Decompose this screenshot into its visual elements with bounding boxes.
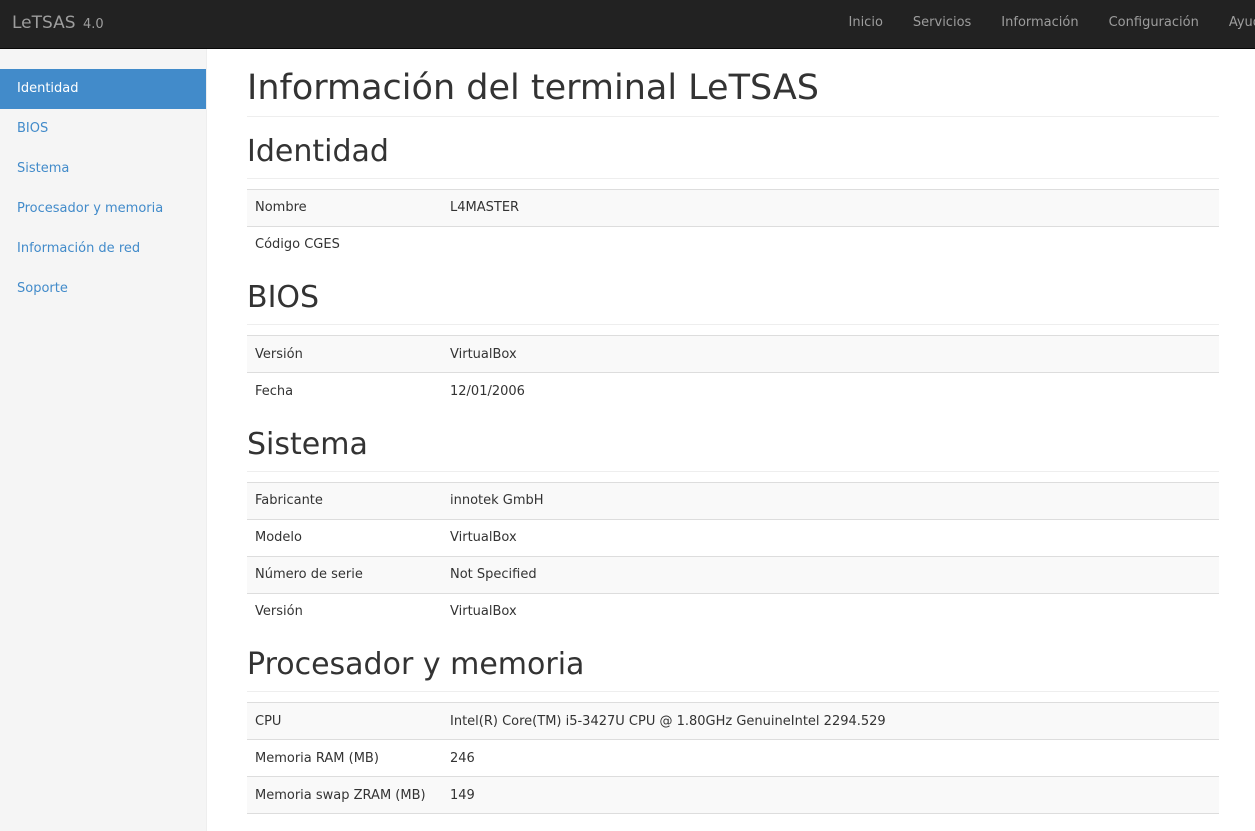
- table-row: Nombre L4MASTER: [247, 188, 1219, 226]
- row-key: Versión: [247, 335, 442, 373]
- row-value: VirtualBox: [442, 592, 1219, 630]
- row-key: Número de serie: [247, 555, 442, 593]
- sidebar-item-informacion-red[interactable]: Información de red: [0, 229, 206, 269]
- row-value: innotek GmbH: [442, 481, 1219, 519]
- row-value: Intel(R) Core(TM) i5-3427U CPU @ 1.80GHz…: [442, 702, 1219, 740]
- sidebar-item-procesador-memoria[interactable]: Procesador y memoria: [0, 189, 206, 229]
- sidebar-nav: Identidad BIOS Sistema Procesador y memo…: [0, 69, 206, 309]
- table-row: CPU Intel(R) Core(TM) i5-3427U CPU @ 1.8…: [247, 702, 1219, 740]
- row-value: VirtualBox: [442, 335, 1219, 373]
- row-key: Fabricante: [247, 481, 442, 519]
- row-value: 149: [442, 776, 1219, 814]
- row-value: [442, 225, 1219, 263]
- table-row: Fecha 12/01/2006: [247, 372, 1219, 410]
- brand-version: 4.0: [82, 17, 104, 32]
- sistema-table: Fabricante innotek GmbH Modelo VirtualBo…: [247, 481, 1219, 630]
- table-row: Memoria swap ZRAM (MB) 149: [247, 776, 1219, 814]
- table-row: Fabricante innotek GmbH: [247, 481, 1219, 519]
- row-value: L4MASTER: [442, 188, 1219, 226]
- table-row: Versión VirtualBox: [247, 592, 1219, 630]
- row-key: Modelo: [247, 518, 442, 556]
- brand-name: LeTSAS: [12, 13, 76, 33]
- nav-link-informacion[interactable]: Información: [986, 0, 1093, 48]
- row-key: Nombre: [247, 188, 442, 226]
- nav-link-ayuda[interactable]: Ayuda: [1214, 0, 1255, 48]
- row-key: Versión: [247, 592, 442, 630]
- brand-logo[interactable]: LeTSAS 4.0: [12, 13, 104, 33]
- table-row: Número de serie Not Specified: [247, 555, 1219, 593]
- row-value: Not Specified: [442, 555, 1219, 593]
- top-navbar: LeTSAS 4.0 Inicio Servicios Información …: [0, 0, 1255, 49]
- section-title-identidad: Identidad: [247, 135, 1219, 179]
- section-title-bios: BIOS: [247, 281, 1219, 325]
- bios-table: Versión VirtualBox Fecha 12/01/2006: [247, 335, 1219, 410]
- row-key: Memoria swap ZRAM (MB): [247, 776, 442, 814]
- row-key: Memoria RAM (MB): [247, 739, 442, 777]
- sidebar: Identidad BIOS Sistema Procesador y memo…: [0, 49, 207, 831]
- row-value: 246: [442, 739, 1219, 777]
- nav-links: Inicio Servicios Información Configuraci…: [834, 0, 1255, 48]
- table-row: Memoria RAM (MB) 246: [247, 739, 1219, 777]
- identidad-table: Nombre L4MASTER Código CGES: [247, 188, 1219, 263]
- sidebar-item-soporte[interactable]: Soporte: [0, 269, 206, 309]
- row-key: Código CGES: [247, 225, 442, 263]
- page-title: Información del terminal LeTSAS: [247, 69, 1219, 117]
- row-value: VirtualBox: [442, 518, 1219, 556]
- row-key: Fecha: [247, 372, 442, 410]
- nav-link-inicio[interactable]: Inicio: [834, 0, 898, 48]
- sidebar-item-bios[interactable]: BIOS: [0, 109, 206, 149]
- nav-link-configuracion[interactable]: Configuración: [1094, 0, 1214, 48]
- main-content: Información del terminal LeTSAS Identida…: [247, 49, 1219, 814]
- table-row: Código CGES: [247, 225, 1219, 263]
- procesador-memoria-table: CPU Intel(R) Core(TM) i5-3427U CPU @ 1.8…: [247, 702, 1219, 814]
- row-value: 12/01/2006: [442, 372, 1219, 410]
- sidebar-item-identidad[interactable]: Identidad: [0, 69, 206, 109]
- sidebar-item-sistema[interactable]: Sistema: [0, 149, 206, 189]
- table-row: Modelo VirtualBox: [247, 518, 1219, 556]
- nav-link-servicios[interactable]: Servicios: [898, 0, 986, 48]
- table-row: Versión VirtualBox: [247, 335, 1219, 373]
- section-title-procesador-memoria: Procesador y memoria: [247, 648, 1219, 692]
- section-title-sistema: Sistema: [247, 428, 1219, 472]
- row-key: CPU: [247, 702, 442, 740]
